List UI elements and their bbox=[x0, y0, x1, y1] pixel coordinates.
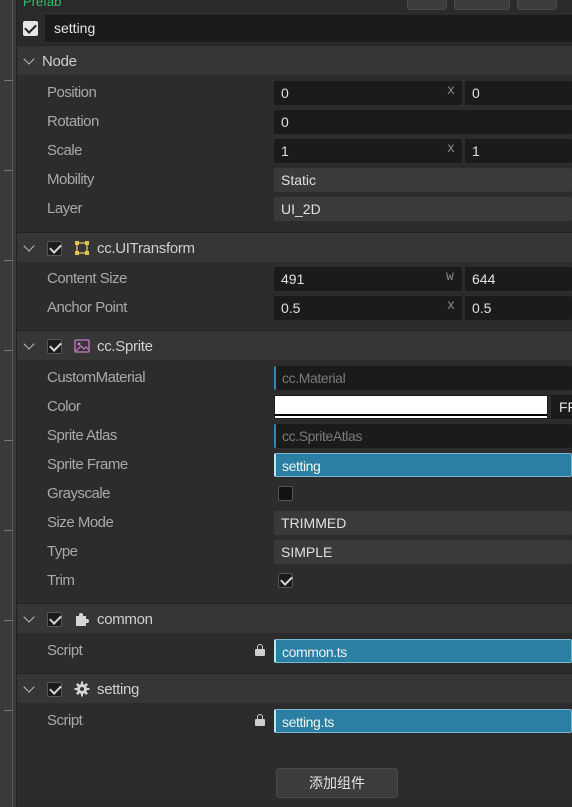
property-row-sprite-atlas: Sprite Atlas cc.SpriteAtlas bbox=[17, 421, 572, 450]
component-enabled-checkbox[interactable] bbox=[47, 241, 62, 256]
property-row-content-size: Content Size 491 w 644 bbox=[17, 264, 572, 293]
property-label: Script bbox=[47, 712, 83, 729]
property-label: Position bbox=[47, 84, 97, 101]
property-label: Sprite Atlas bbox=[47, 427, 117, 444]
node-name-row: setting bbox=[17, 14, 572, 44]
property-row-setting-script: Script setting.ts bbox=[17, 706, 572, 735]
prefab-label: Prefab bbox=[23, 0, 62, 9]
section-header-node[interactable]: Node bbox=[17, 45, 572, 75]
layer-select[interactable]: UI_2D bbox=[274, 197, 572, 221]
axis-label-x: x bbox=[447, 298, 455, 313]
property-row-anchor-point: Anchor Point 0.5 x 0.5 bbox=[17, 293, 572, 322]
node-active-checkbox[interactable] bbox=[23, 21, 38, 36]
property-row-mobility: Mobility Static bbox=[17, 165, 572, 194]
anchor-x-field[interactable]: 0.5 bbox=[274, 296, 462, 320]
link-menu-button[interactable] bbox=[454, 0, 510, 10]
property-row-color: Color FF bbox=[17, 392, 572, 421]
color-hex-button[interactable]: FF bbox=[551, 395, 572, 419]
section-header-common[interactable]: common bbox=[17, 603, 572, 633]
property-label: Content Size bbox=[47, 270, 127, 287]
size-mode-select[interactable]: TRIMMED bbox=[274, 511, 572, 535]
content-height-field[interactable]: 644 bbox=[465, 267, 572, 291]
grayscale-checkbox[interactable] bbox=[278, 486, 293, 501]
chevron-down-icon[interactable] bbox=[23, 338, 35, 350]
axis-label-w: w bbox=[446, 269, 454, 284]
uitransform-icon bbox=[75, 241, 89, 255]
section-title: Node bbox=[42, 53, 77, 70]
property-label: Size Mode bbox=[47, 514, 114, 531]
trim-checkbox[interactable] bbox=[278, 573, 293, 588]
lock-icon bbox=[255, 714, 265, 726]
position-y-field[interactable]: 0 bbox=[465, 81, 572, 105]
chevron-down-icon[interactable] bbox=[23, 681, 35, 693]
section-header-sprite[interactable]: cc.Sprite bbox=[17, 330, 572, 360]
type-select[interactable]: SIMPLE bbox=[274, 540, 572, 564]
section-header-setting[interactable]: setting bbox=[17, 673, 572, 703]
chevron-down-icon[interactable] bbox=[23, 53, 35, 65]
sprite-atlas-asset-field[interactable]: cc.SpriteAtlas bbox=[274, 424, 572, 448]
property-row-grayscale: Grayscale bbox=[17, 479, 572, 508]
scale-x-field[interactable]: 1 bbox=[274, 139, 462, 163]
component-enabled-checkbox[interactable] bbox=[47, 682, 62, 697]
custom-material-asset-field[interactable]: cc.Material bbox=[274, 366, 572, 390]
property-row-scale: Scale 1 x 1 bbox=[17, 136, 572, 165]
gear-icon bbox=[74, 681, 90, 697]
rotation-field[interactable]: 0 bbox=[274, 110, 572, 134]
setting-script-asset-field[interactable]: setting.ts bbox=[274, 709, 572, 733]
property-row-size-mode: Size Mode TRIMMED bbox=[17, 508, 572, 537]
property-label: Rotation bbox=[47, 113, 99, 130]
scale-y-field[interactable]: 1 bbox=[465, 139, 572, 163]
property-label: Trim bbox=[47, 572, 75, 589]
component-enabled-checkbox[interactable] bbox=[47, 612, 62, 627]
property-row-layer: Layer UI_2D bbox=[17, 194, 572, 223]
scene-ruler bbox=[0, 0, 17, 807]
component-enabled-checkbox[interactable] bbox=[47, 339, 62, 354]
property-label: CustomMaterial bbox=[47, 369, 146, 386]
locate-button[interactable] bbox=[517, 0, 557, 10]
mobility-select[interactable]: Static bbox=[274, 168, 572, 192]
inspector-toolbar: Prefab bbox=[17, 0, 572, 12]
property-label: Script bbox=[47, 642, 83, 659]
property-label: Type bbox=[47, 543, 78, 560]
property-row-trim: Trim bbox=[17, 566, 572, 595]
lock-icon bbox=[255, 644, 265, 656]
node-name-input[interactable]: setting bbox=[45, 15, 572, 42]
chevron-down-icon[interactable] bbox=[23, 611, 35, 623]
sprite-icon bbox=[74, 339, 90, 353]
add-component-button[interactable]: 添加组件 bbox=[276, 768, 398, 798]
property-label: Sprite Frame bbox=[47, 456, 128, 473]
puzzle-icon bbox=[76, 613, 89, 626]
property-label: Layer bbox=[47, 200, 83, 217]
axis-label-x: x bbox=[447, 83, 455, 98]
property-label: Mobility bbox=[47, 171, 94, 188]
axis-label-x: x bbox=[447, 141, 455, 156]
common-script-asset-field[interactable]: common.ts bbox=[274, 639, 572, 663]
property-label: Color bbox=[47, 398, 81, 415]
color-swatch[interactable] bbox=[274, 395, 548, 419]
section-title: setting bbox=[97, 681, 140, 698]
content-width-field[interactable]: 491 bbox=[274, 267, 462, 291]
property-row-rotation: Rotation 0 bbox=[17, 107, 572, 136]
chevron-down-icon[interactable] bbox=[23, 240, 35, 252]
property-row-sprite-frame: Sprite Frame setting bbox=[17, 450, 572, 479]
section-title: common bbox=[97, 611, 153, 628]
property-label: Anchor Point bbox=[47, 299, 127, 316]
sprite-frame-asset-field[interactable]: setting bbox=[274, 453, 572, 477]
property-row-common-script: Script common.ts bbox=[17, 636, 572, 665]
section-title: cc.Sprite bbox=[97, 338, 153, 355]
inspector-panel: Prefab setting Node Position 0 x 0 Rotat… bbox=[17, 0, 572, 807]
property-label: Scale bbox=[47, 142, 83, 159]
property-row-type: Type SIMPLE bbox=[17, 537, 572, 566]
property-label: Grayscale bbox=[47, 485, 111, 502]
property-row-custom-material: CustomMaterial cc.Material bbox=[17, 363, 572, 392]
layout-button[interactable] bbox=[407, 0, 447, 10]
property-row-position: Position 0 x 0 bbox=[17, 78, 572, 107]
section-title: cc.UITransform bbox=[97, 240, 195, 257]
section-header-uitransform[interactable]: cc.UITransform bbox=[17, 232, 572, 262]
anchor-y-field[interactable]: 0.5 bbox=[465, 296, 572, 320]
position-x-field[interactable]: 0 bbox=[274, 81, 462, 105]
